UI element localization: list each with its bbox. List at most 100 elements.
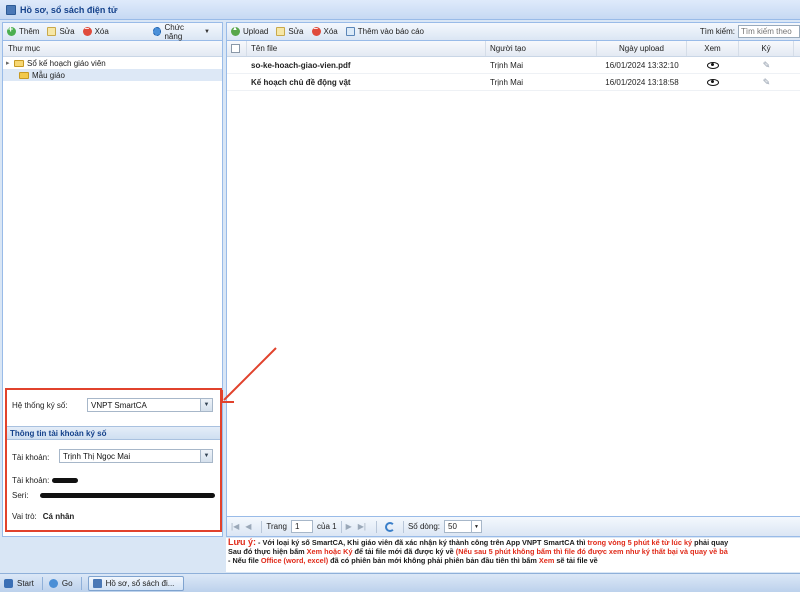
pen-icon[interactable]: ✎ — [763, 60, 771, 71]
tree-header: Thư mục — [3, 41, 222, 57]
edit-file-button[interactable]: Sửa — [276, 27, 304, 36]
window-titlebar: Hồ sơ, sổ sách điện tử — [0, 0, 800, 20]
edit-folder-button[interactable]: Sửa — [47, 27, 75, 36]
redacted-account — [52, 478, 79, 483]
search-label: Tìm kiếm: — [699, 27, 735, 36]
pen-icon[interactable]: ✎ — [763, 77, 771, 88]
rows-per-page-label: Số dòng: — [407, 522, 440, 531]
upload-button[interactable]: Upload — [231, 26, 268, 36]
page-number-input[interactable]: 1 — [291, 520, 313, 533]
annotation-arrow — [221, 347, 277, 403]
file-name-cell: Kế hoạch chủ đề động vật — [251, 77, 351, 87]
chevron-down-icon: ▼ — [200, 450, 212, 462]
next-page-icon[interactable]: ▶ — [346, 522, 352, 531]
date-cell: 16/01/2024 13:32:10 — [605, 60, 679, 70]
add-to-report-button[interactable]: Thêm vào báo cáo — [345, 27, 424, 36]
creator-cell: Trịnh Mai — [490, 77, 524, 87]
start-button[interactable]: Start — [4, 578, 34, 588]
pager-separator — [261, 520, 263, 533]
signing-system-select[interactable]: VNPT SmartCA ▼ — [87, 398, 213, 412]
delete-icon — [82, 24, 92, 36]
folder-toolbar: Thêm Sửa Xóa Chức năng▼ — [3, 23, 222, 41]
col-creator[interactable]: Người tạo — [486, 41, 597, 56]
refresh-icon[interactable] — [384, 521, 395, 532]
redacted-serial — [40, 493, 216, 498]
folder-open-icon — [14, 59, 24, 67]
chevron-down-icon: ▼ — [204, 28, 210, 35]
delete-icon — [311, 24, 321, 36]
tree-item-root[interactable]: ▸ Sổ kế hoạch giáo viên — [3, 57, 222, 69]
table-row[interactable]: so-ke-hoach-giao-vien.pdf Trịnh Mai 16/0… — [227, 57, 800, 74]
col-upload-date[interactable]: Ngày upload — [597, 41, 687, 56]
first-page-icon[interactable]: |◀ — [231, 522, 239, 531]
serial-label: Seri: — [12, 491, 29, 500]
prev-page-icon[interactable]: ◀ — [245, 522, 251, 531]
search-area: Tìm kiếm: — [700, 25, 800, 38]
col-file-name[interactable]: Tên file — [247, 41, 486, 56]
tree-item-child[interactable]: Mẫu giáo — [3, 69, 222, 81]
pager-separator — [375, 520, 377, 533]
folder-icon — [19, 71, 29, 79]
row-checkbox-cell — [227, 74, 247, 90]
taskbar-window-item[interactable]: Hồ sơ, sổ sách đi... — [87, 575, 184, 591]
account-id-row: Tài khoản: — [12, 476, 79, 485]
account-section-title: Thông tin tài khoản ký số — [7, 426, 220, 440]
account-select[interactable]: Trịnh Thị Ngọc Mai ▼ — [59, 449, 213, 463]
file-name-cell: so-ke-hoach-giao-vien.pdf — [251, 60, 351, 70]
note-line-1: Lưu ý: - Với loại ký số SmartCA, Khi giá… — [228, 538, 729, 547]
edit-icon — [47, 27, 57, 36]
page-label: Trang — [266, 522, 287, 531]
file-panel: Upload Sửa Xóa Thêm vào báo cáo Tìm kiếm… — [226, 22, 800, 537]
eye-icon[interactable] — [707, 78, 719, 86]
note-line-3: - Nếu file Office (word, excel) đã có ph… — [228, 556, 598, 565]
signing-panel: Hệ thống ký số: VNPT SmartCA ▼ Thông tin… — [5, 388, 222, 532]
sign-cell: ✎ — [739, 57, 794, 73]
pager-separator — [402, 520, 404, 533]
search-input[interactable] — [738, 25, 800, 38]
note-line-2: Sau đó thực hiện bấm Xem hoặc Ký để tải … — [228, 547, 728, 556]
functions-menu-button[interactable]: Chức năng ▼ — [152, 23, 210, 41]
account-id-label: Tài khoản: — [12, 476, 50, 485]
chevron-down-icon: ▼ — [471, 521, 481, 532]
sign-cell: ✎ — [739, 74, 794, 90]
col-sign[interactable]: Ký — [739, 41, 794, 56]
go-icon — [48, 578, 58, 588]
pager-separator — [340, 520, 342, 533]
signing-system-label: Hệ thống ký số: — [12, 401, 68, 410]
window-icon — [92, 578, 102, 588]
role-row: Vai trò: Cá nhân — [12, 512, 74, 521]
window-title: Hồ sơ, sổ sách điện tử — [20, 4, 118, 15]
eye-icon[interactable] — [707, 61, 719, 69]
page-count-label: của 1 — [317, 522, 337, 531]
grid-header: Tên file Người tạo Ngày upload Xem Ký — [227, 41, 800, 57]
add-icon — [7, 24, 16, 36]
creator-cell: Trịnh Mai — [490, 60, 524, 70]
taskbar: Start Go Hồ sơ, sổ sách đi... — [0, 573, 800, 592]
table-row[interactable]: Kế hoạch chủ đề động vật Trịnh Mai 16/01… — [227, 74, 800, 91]
serial-row: Seri: — [12, 491, 216, 500]
role-label: Vai trò: — [12, 512, 37, 521]
signing-system-row: Hệ thống ký số: — [12, 401, 68, 410]
go-button[interactable]: Go — [48, 578, 73, 588]
add-folder-button[interactable]: Thêm — [7, 24, 39, 36]
row-checkbox-cell — [227, 57, 247, 73]
date-cell: 16/01/2024 13:18:58 — [605, 77, 679, 87]
select-all-cell — [227, 41, 247, 56]
view-cell — [687, 74, 739, 90]
window-icon — [6, 4, 16, 15]
last-page-icon[interactable]: ▶| — [358, 522, 366, 531]
taskbar-separator — [80, 576, 82, 590]
account-label: Tài khoản: — [12, 453, 50, 462]
select-all-checkbox[interactable] — [231, 44, 240, 53]
taskbar-separator — [41, 576, 43, 590]
chevron-down-icon: ▼ — [200, 399, 212, 411]
delete-file-button[interactable]: Xóa — [311, 24, 338, 36]
notes-area: Lưu ý: - Với loại ký số SmartCA, Khi giá… — [226, 538, 800, 572]
collapse-icon[interactable]: ▸ — [6, 59, 13, 67]
col-view[interactable]: Xem — [687, 41, 739, 56]
start-icon — [4, 578, 13, 588]
rows-per-page-select[interactable]: 50 ▼ — [444, 520, 482, 533]
role-value: Cá nhân — [42, 512, 75, 521]
report-icon — [345, 27, 355, 36]
delete-folder-button[interactable]: Xóa — [82, 24, 109, 36]
